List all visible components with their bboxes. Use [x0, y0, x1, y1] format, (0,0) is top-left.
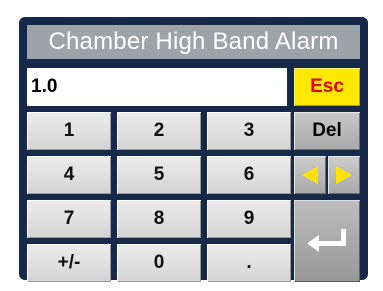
key-0[interactable]: 0: [117, 244, 201, 282]
value-display[interactable]: 1.0: [27, 68, 287, 106]
key-6[interactable]: 6: [207, 156, 291, 194]
key-1[interactable]: 1: [27, 112, 111, 150]
key-8[interactable]: 8: [117, 200, 201, 238]
key-5[interactable]: 5: [117, 156, 201, 194]
plus-minus-button[interactable]: +/-: [27, 244, 111, 282]
key-7[interactable]: 7: [27, 200, 111, 238]
enter-button[interactable]: [294, 200, 360, 282]
cursor-right-button[interactable]: [328, 156, 360, 194]
esc-button[interactable]: Esc: [294, 68, 360, 106]
left-arrow-icon: [302, 166, 318, 184]
key-9[interactable]: 9: [207, 200, 291, 238]
right-arrow-icon: [336, 166, 352, 184]
key-3[interactable]: 3: [207, 112, 291, 150]
dialog-title: Chamber High Band Alarm: [27, 25, 360, 59]
enter-return-icon: [307, 229, 346, 252]
key-2[interactable]: 2: [117, 112, 201, 150]
key-4[interactable]: 4: [27, 156, 111, 194]
delete-button[interactable]: Del: [294, 112, 360, 150]
cursor-left-button[interactable]: [294, 156, 326, 194]
decimal-point-button[interactable]: .: [207, 244, 291, 282]
